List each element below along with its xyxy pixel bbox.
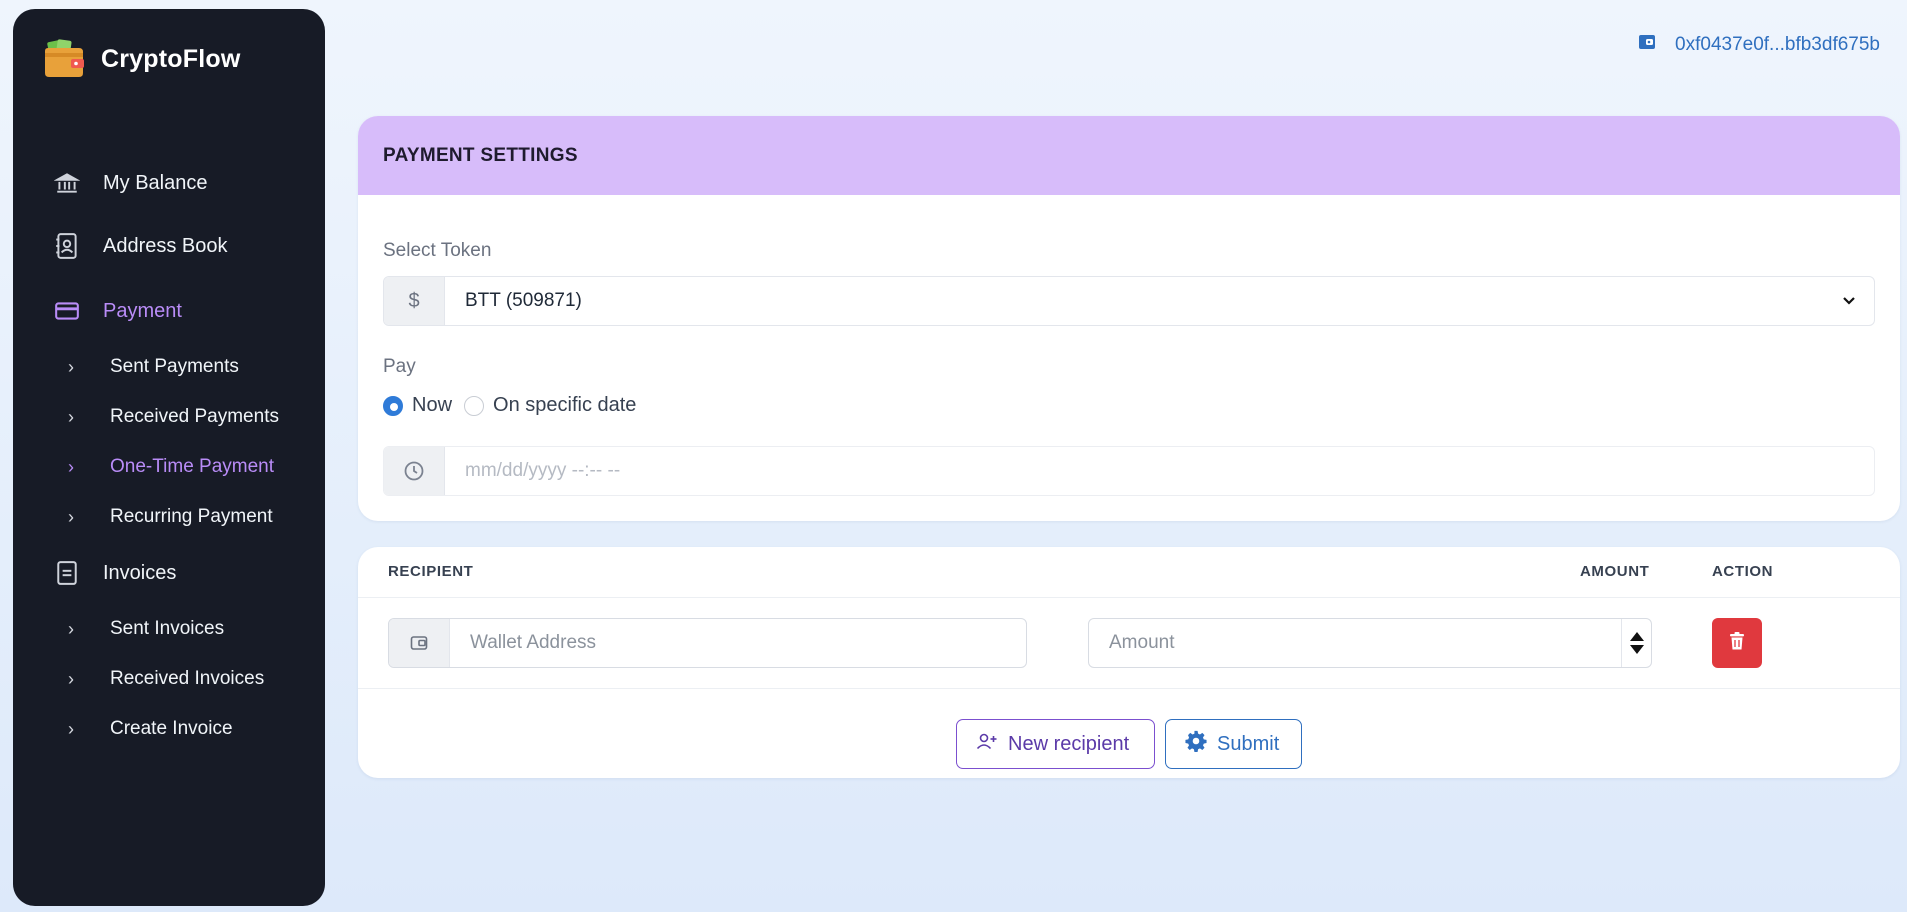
sidebar-subitem-create-invoice[interactable]: › Create Invoice bbox=[68, 718, 233, 740]
sidebar-subitem-label: Recurring Payment bbox=[110, 506, 273, 527]
payment-datetime-field[interactable]: mm/dd/yyyy --:-- -- bbox=[383, 446, 1875, 496]
sidebar-subitem-recurring-payment[interactable]: › Recurring Payment bbox=[68, 506, 273, 528]
header-divider bbox=[358, 597, 1900, 598]
wallet-logo-icon bbox=[43, 39, 85, 79]
sidebar-subitem-label: Received Invoices bbox=[110, 668, 265, 689]
amount-column-header: AMOUNT bbox=[1580, 563, 1650, 580]
sidebar-item-label: My Balance bbox=[103, 171, 208, 194]
chevron-right-icon: › bbox=[68, 506, 74, 527]
wallet-icon bbox=[1638, 33, 1656, 57]
payment-settings-header: PAYMENT SETTINGS bbox=[358, 116, 1900, 195]
token-selected-value: BTT (509871) bbox=[465, 290, 582, 311]
chevron-right-icon: › bbox=[68, 668, 74, 689]
chevron-right-icon: › bbox=[68, 718, 74, 739]
row-divider bbox=[358, 688, 1900, 689]
amount-field[interactable]: Amount bbox=[1088, 618, 1652, 668]
chevron-right-icon: › bbox=[68, 356, 74, 377]
token-select-value[interactable]: BTT (509871) bbox=[445, 277, 1874, 325]
payment-settings-card: PAYMENT SETTINGS Select Token $ BTT (509… bbox=[358, 116, 1900, 521]
gear-icon bbox=[1185, 730, 1207, 758]
chevron-right-icon: › bbox=[68, 618, 74, 639]
pay-options: Now On specific date bbox=[383, 394, 648, 417]
recipient-column-header: RECIPIENT bbox=[388, 563, 474, 580]
sidebar-item-label: Payment bbox=[103, 299, 182, 322]
sidebar-subitem-sent-payments[interactable]: › Sent Payments bbox=[68, 356, 239, 378]
address-book-icon bbox=[53, 232, 81, 260]
brand[interactable]: CryptoFlow bbox=[43, 39, 241, 79]
sidebar-item-invoices[interactable]: Invoices bbox=[53, 559, 176, 587]
sidebar-subitem-label: Create Invoice bbox=[110, 718, 233, 739]
radio-checked-icon bbox=[383, 395, 403, 416]
datetime-input[interactable]: mm/dd/yyyy --:-- -- bbox=[445, 447, 1874, 495]
sidebar-item-label: Address Book bbox=[103, 234, 228, 257]
action-column-header: ACTION bbox=[1712, 563, 1774, 580]
submit-button[interactable]: Submit bbox=[1165, 719, 1302, 769]
sidebar-item-payment[interactable]: Payment bbox=[53, 297, 182, 325]
radio-label: Now bbox=[412, 394, 453, 416]
sidebar-item-address-book[interactable]: Address Book bbox=[53, 232, 228, 260]
amount-input[interactable]: Amount bbox=[1089, 632, 1621, 654]
delete-recipient-button[interactable] bbox=[1712, 618, 1762, 668]
token-select[interactable]: $ BTT (509871) bbox=[383, 276, 1875, 326]
wallet-address-button[interactable]: 0xf0437e0f...bfb3df675b bbox=[1638, 33, 1880, 57]
sidebar-subitem-received-payments[interactable]: › Received Payments bbox=[68, 406, 279, 428]
dollar-icon: $ bbox=[384, 277, 445, 325]
chevron-right-icon: › bbox=[68, 456, 74, 477]
button-label: New recipient bbox=[1008, 732, 1130, 755]
app-name: CryptoFlow bbox=[101, 44, 241, 73]
trash-icon bbox=[1728, 631, 1746, 656]
new-recipient-button[interactable]: New recipient bbox=[956, 719, 1155, 769]
wallet-icon bbox=[389, 619, 450, 667]
sidebar-subitem-label: Sent Invoices bbox=[110, 618, 225, 639]
sidebar-subitem-label: One-Time Payment bbox=[110, 456, 275, 477]
pay-now-radio[interactable]: Now bbox=[383, 394, 452, 417]
sidebar-item-my-balance[interactable]: My Balance bbox=[53, 169, 208, 197]
sidebar-subitem-label: Sent Payments bbox=[110, 356, 239, 377]
chevron-down-icon bbox=[1842, 290, 1856, 312]
clock-icon bbox=[384, 447, 445, 495]
add-user-icon bbox=[976, 732, 998, 756]
pay-specific-date-radio[interactable]: On specific date bbox=[464, 394, 636, 417]
recipients-card: RECIPIENT AMOUNT ACTION Wallet Address A… bbox=[358, 547, 1900, 778]
invoice-icon bbox=[53, 559, 81, 587]
sidebar-subitem-received-invoices[interactable]: › Received Invoices bbox=[68, 668, 264, 690]
sidebar: CryptoFlow My Balance Address Book Payme… bbox=[13, 9, 325, 906]
sidebar-item-label: Invoices bbox=[103, 561, 177, 584]
card-title: PAYMENT SETTINGS bbox=[383, 144, 578, 166]
recipient-wallet-field[interactable]: Wallet Address bbox=[388, 618, 1027, 668]
sidebar-subitem-sent-invoices[interactable]: › Sent Invoices bbox=[68, 618, 224, 640]
pay-label: Pay bbox=[383, 356, 416, 377]
radio-label: On specific date bbox=[493, 394, 637, 416]
sidebar-subitem-one-time-payment[interactable]: › One-Time Payment bbox=[68, 456, 274, 478]
sidebar-subitem-label: Received Payments bbox=[110, 406, 279, 427]
wallet-address: 0xf0437e0f...bfb3df675b bbox=[1675, 34, 1880, 55]
wallet-address-input[interactable]: Wallet Address bbox=[450, 619, 1026, 667]
decrement-arrow-icon[interactable] bbox=[1629, 645, 1644, 654]
select-token-label: Select Token bbox=[383, 240, 492, 261]
amount-stepper[interactable] bbox=[1621, 619, 1651, 667]
radio-unchecked-icon bbox=[464, 395, 485, 416]
bank-icon bbox=[53, 169, 81, 197]
credit-card-icon bbox=[53, 297, 81, 325]
chevron-right-icon: › bbox=[68, 406, 74, 427]
increment-arrow-icon[interactable] bbox=[1629, 632, 1644, 641]
button-label: Submit bbox=[1217, 732, 1280, 755]
